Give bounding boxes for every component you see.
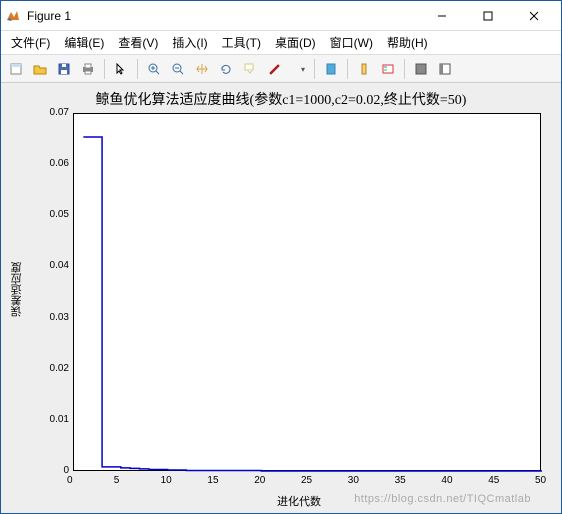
chart-title: 鲸鱼优化算法适应度曲线(参数c1=1000,c2=0.02,终止代数=50) xyxy=(1,85,561,109)
toolbar: ▾ xyxy=(1,55,561,83)
x-tick: 0 xyxy=(67,475,73,486)
x-tick: 35 xyxy=(395,475,406,486)
menu-file[interactable]: 文件(F) xyxy=(7,32,54,53)
menubar: 文件(F) 编辑(E) 查看(V) 插入(I) 工具(T) 桌面(D) 窗口(W… xyxy=(1,31,561,55)
close-button[interactable] xyxy=(511,2,557,30)
hide-tools-icon[interactable] xyxy=(410,58,432,80)
y-tick: 0 xyxy=(63,465,69,476)
x-tick: 20 xyxy=(254,475,265,486)
x-tick: 40 xyxy=(441,475,452,486)
menu-edit[interactable]: 编辑(E) xyxy=(60,32,108,53)
pointer-icon[interactable] xyxy=(110,58,132,80)
matlab-logo-icon xyxy=(5,8,21,24)
x-tick: 45 xyxy=(488,475,499,486)
new-figure-icon[interactable] xyxy=(5,58,27,80)
svg-text:▾: ▾ xyxy=(301,65,305,74)
link-icon[interactable]: ▾ xyxy=(287,58,309,80)
pan-icon[interactable] xyxy=(191,58,213,80)
legend-icon[interactable] xyxy=(377,58,399,80)
rotate-icon[interactable] xyxy=(215,58,237,80)
separator xyxy=(137,59,138,79)
window-title: Figure 1 xyxy=(27,9,419,23)
menu-tools[interactable]: 工具(T) xyxy=(218,32,265,53)
menu-insert[interactable]: 插入(I) xyxy=(168,32,211,53)
x-tick: 50 xyxy=(535,475,546,486)
menu-view[interactable]: 查看(V) xyxy=(114,32,162,53)
open-icon[interactable] xyxy=(29,58,51,80)
figure-area: 鲸鱼优化算法适应度曲线(参数c1=1000,c2=0.02,终止代数=50) 进… xyxy=(1,85,561,513)
y-tick: 0.02 xyxy=(50,363,69,374)
separator xyxy=(314,59,315,79)
datatip-icon[interactable] xyxy=(239,58,261,80)
y-tick: 0.01 xyxy=(50,414,69,425)
titlebar: Figure 1 xyxy=(1,1,561,31)
save-icon[interactable] xyxy=(53,58,75,80)
separator xyxy=(404,59,405,79)
y-tick: 0.06 xyxy=(50,158,69,169)
insert-colorbar-icon[interactable] xyxy=(353,58,375,80)
menu-desktop[interactable]: 桌面(D) xyxy=(271,32,320,53)
x-tick: 15 xyxy=(207,475,218,486)
axes[interactable] xyxy=(73,113,541,471)
y-tick: 0.04 xyxy=(50,260,69,271)
menu-window[interactable]: 窗口(W) xyxy=(326,32,377,53)
print-icon[interactable] xyxy=(77,58,99,80)
show-tools-icon[interactable] xyxy=(434,58,456,80)
x-axis-label: 进化代数 xyxy=(277,493,321,509)
x-tick: 5 xyxy=(114,475,120,486)
menu-help[interactable]: 帮助(H) xyxy=(383,32,432,53)
y-tick: 0.05 xyxy=(50,209,69,220)
fitness-curve xyxy=(74,114,542,472)
separator xyxy=(347,59,348,79)
maximize-button[interactable] xyxy=(465,2,511,30)
zoom-out-icon[interactable] xyxy=(167,58,189,80)
minimize-button[interactable] xyxy=(419,2,465,30)
zoom-in-icon[interactable] xyxy=(143,58,165,80)
x-tick: 10 xyxy=(161,475,172,486)
y-axis-label: 误差适应度 xyxy=(9,262,25,317)
x-tick: 30 xyxy=(348,475,359,486)
watermark: https://blog.csdn.net/TIQCmatlab xyxy=(354,493,531,505)
colorbar-icon[interactable] xyxy=(320,58,342,80)
y-tick: 0.03 xyxy=(50,312,69,323)
separator xyxy=(104,59,105,79)
x-tick: 25 xyxy=(301,475,312,486)
y-tick: 0.07 xyxy=(50,107,69,118)
brush-icon[interactable] xyxy=(263,58,285,80)
